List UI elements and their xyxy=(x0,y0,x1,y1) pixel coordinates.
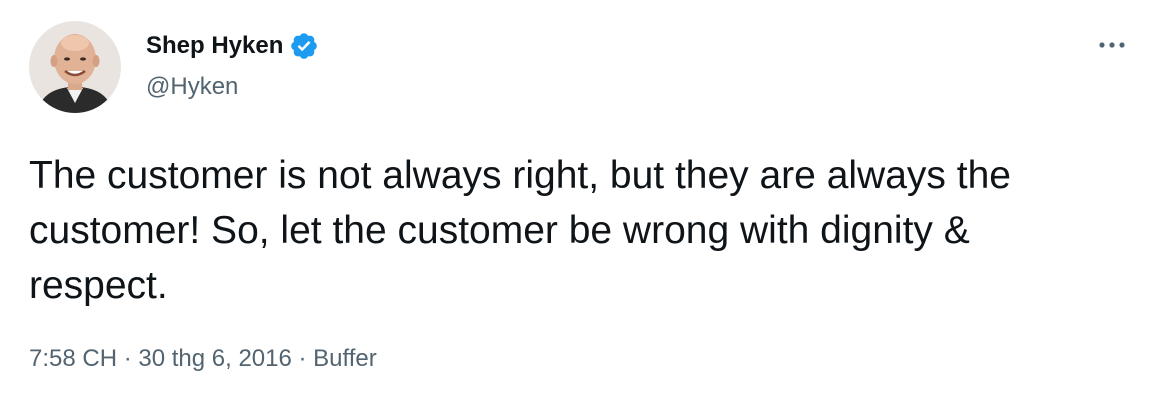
more-options-icon xyxy=(1099,42,1125,48)
tweet-text: The customer is not always right, but th… xyxy=(29,154,1022,307)
meta-separator: · xyxy=(117,345,139,372)
author-avatar[interactable] xyxy=(29,21,121,113)
author-handle[interactable]: @Hyken xyxy=(146,72,238,102)
verified-badge-icon xyxy=(289,31,319,61)
meta-separator: · xyxy=(291,345,314,372)
tweet-time[interactable]: 7:58 CH xyxy=(29,345,117,372)
more-options-button[interactable] xyxy=(1092,30,1132,60)
tweet-card: Shep Hyken @Hyken The customer is not al… xyxy=(0,0,1154,407)
tweet-meta: 7:58 CH · 30 thg 6, 2016 · Buffer xyxy=(29,343,377,375)
author-name-row: Shep Hyken xyxy=(146,31,319,61)
tweet-source[interactable]: Buffer xyxy=(313,345,377,372)
avatar-photo-icon xyxy=(29,21,121,113)
tweet-date[interactable]: 30 thg 6, 2016 xyxy=(138,345,291,372)
author-display-name[interactable]: Shep Hyken xyxy=(146,31,283,61)
